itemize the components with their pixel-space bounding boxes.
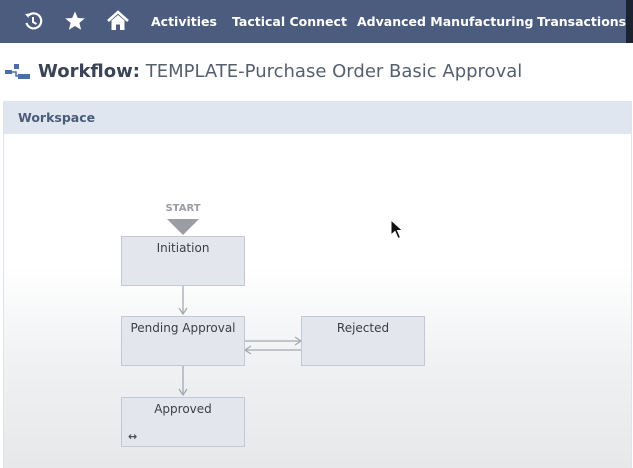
start-marker[interactable]: [167, 219, 199, 235]
start-label: START: [165, 203, 201, 214]
state-pending-approval[interactable]: Pending Approval: [121, 316, 245, 366]
workflow-connectors: [167, 219, 303, 397]
state-initiation[interactable]: Initiation: [121, 236, 245, 286]
state-approved[interactable]: Approved ↔: [121, 397, 245, 447]
state-initiation-label: Initiation: [156, 241, 210, 255]
state-rejected-label: Rejected: [336, 321, 390, 335]
state-pending-approval-label: Pending Approval: [130, 321, 236, 335]
loop-icon: ↔: [128, 430, 138, 443]
mouse-cursor-icon: [390, 219, 404, 240]
state-approved-label: Approved: [154, 402, 212, 416]
state-rejected[interactable]: Rejected: [301, 316, 425, 366]
